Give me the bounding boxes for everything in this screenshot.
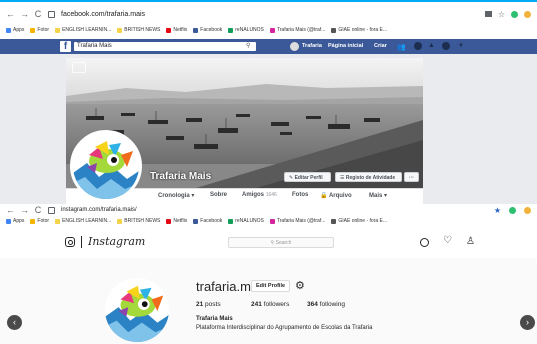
reload-icon[interactable]: C bbox=[34, 205, 42, 215]
instagram-profile-picture[interactable] bbox=[105, 278, 169, 342]
more-options-button[interactable]: ··· bbox=[404, 172, 419, 182]
back-icon[interactable]: ← bbox=[6, 205, 15, 215]
tab-friends[interactable]: Amigos 1646 bbox=[242, 192, 277, 198]
notifications-icon[interactable]: ▲ bbox=[428, 42, 435, 49]
bookmark-british-news[interactable]: BRITISH NEWS bbox=[117, 27, 160, 33]
instagram-search-input[interactable]: ⚲ Search bbox=[228, 237, 334, 248]
bookmark-apps[interactable]: Apps bbox=[6, 27, 24, 33]
previous-arrow-button[interactable]: ‹ bbox=[7, 315, 22, 330]
extension-icon[interactable] bbox=[511, 10, 518, 18]
facebook-logo-icon[interactable]: f bbox=[60, 41, 71, 52]
mascot-logo bbox=[73, 133, 139, 199]
lock-icon bbox=[48, 206, 55, 214]
page-avatar-icon[interactable] bbox=[290, 42, 299, 51]
activity-heart-icon[interactable]: ♡ bbox=[443, 235, 452, 246]
bookmark-facebook[interactable]: Facebook bbox=[193, 218, 222, 224]
search-icon[interactable]: ⚲ bbox=[246, 42, 250, 51]
help-icon[interactable] bbox=[442, 42, 450, 50]
facebook-profile-picture[interactable] bbox=[70, 130, 142, 202]
top-bookmarks-bar: Apps Fotor ENGLISH LEARNIN... BRITISH NE… bbox=[0, 25, 537, 35]
bookmark-instagram[interactable]: Trafaria Mais (@traf... bbox=[269, 27, 325, 33]
next-arrow-button[interactable]: › bbox=[520, 315, 535, 330]
profile-icon[interactable] bbox=[524, 10, 531, 18]
cover-camera-icon[interactable] bbox=[72, 62, 86, 73]
bottom-bookmarks-bar: Apps Fotor ENGLISH LEARNIN... BRITISH NE… bbox=[0, 216, 537, 226]
bookmark-renalunos[interactable]: reNALUNOS bbox=[228, 218, 264, 224]
mascot-logo bbox=[105, 278, 169, 342]
profile-icon[interactable] bbox=[524, 206, 531, 214]
page-title: Trafaria Mais bbox=[150, 171, 212, 182]
lock-icon bbox=[48, 10, 55, 18]
bookmark-giae[interactable]: GIAE online - fora E... bbox=[331, 218, 387, 224]
forward-icon[interactable]: → bbox=[20, 9, 29, 19]
edit-profile-button[interactable]: ✎ Editar Perfil bbox=[284, 172, 331, 182]
bookmark-instagram[interactable]: Trafaria Mais (@traf... bbox=[269, 218, 325, 224]
bookmark-british-news[interactable]: BRITISH NEWS bbox=[117, 218, 160, 224]
extension-icon[interactable] bbox=[509, 206, 516, 214]
followers-stat[interactable]: 241 followers bbox=[251, 301, 289, 308]
bookmark-english[interactable]: ENGLISH LEARNIN... bbox=[55, 27, 111, 33]
bookmark-fotor[interactable]: Fotor bbox=[30, 218, 49, 224]
nav-home-link[interactable]: Página inicial bbox=[328, 43, 363, 49]
tab-timeline[interactable]: Cronologia ▾ bbox=[158, 192, 194, 199]
account-menu-icon[interactable]: ▼ bbox=[458, 43, 464, 49]
profile-bio: Plataforma Interdisciplinar do Agrupamen… bbox=[196, 325, 373, 331]
top-address-bar: ← → C facebook.com/trafaria.mais ☆ bbox=[0, 6, 537, 22]
bookmark-fotor[interactable]: Fotor bbox=[30, 27, 49, 33]
bookmark-english[interactable]: ENGLISH LEARNIN... bbox=[55, 218, 111, 224]
url-field[interactable]: facebook.com/trafaria.mais bbox=[61, 11, 145, 18]
edit-profile-button[interactable]: Edit Profile bbox=[251, 280, 291, 292]
facebook-search-input[interactable]: Trafaria Mais bbox=[74, 42, 256, 51]
tab-archive[interactable]: 🔒 Arquivo bbox=[320, 192, 352, 199]
instagram-wordmark[interactable]: Instagram bbox=[88, 235, 145, 248]
settings-gear-icon[interactable]: ⚙ bbox=[295, 279, 305, 292]
posts-stat: 21 posts bbox=[196, 301, 221, 308]
translate-icon[interactable] bbox=[484, 11, 492, 17]
bookmark-apps[interactable]: Apps bbox=[6, 218, 24, 224]
bookmark-renalunos[interactable]: reNALUNOS bbox=[228, 27, 264, 33]
profile-full-name: Trafaria Mais bbox=[196, 316, 233, 322]
tab-about[interactable]: Sobre bbox=[210, 192, 227, 198]
window-top-strip bbox=[0, 0, 537, 2]
forward-icon[interactable]: → bbox=[20, 205, 29, 215]
tab-more[interactable]: Mais ▾ bbox=[369, 192, 387, 199]
bottom-address-bar: ← → C instagram.com/trafaria.mais/ ★ bbox=[0, 204, 537, 216]
explore-compass-icon[interactable] bbox=[420, 238, 429, 247]
back-icon[interactable]: ← bbox=[6, 9, 15, 19]
url-field[interactable]: instagram.com/trafaria.mais/ bbox=[61, 207, 137, 213]
header-divider bbox=[81, 236, 82, 248]
following-stat[interactable]: 364 following bbox=[307, 301, 345, 308]
messages-icon[interactable] bbox=[414, 42, 422, 50]
profile-person-icon[interactable]: ♙ bbox=[466, 236, 475, 247]
bookmark-netflix[interactable]: Netflix bbox=[166, 218, 187, 224]
tab-photos[interactable]: Fotos bbox=[292, 192, 308, 198]
bookmark-giae[interactable]: GIAE online - fora E... bbox=[331, 27, 387, 33]
bookmark-facebook[interactable]: Facebook bbox=[193, 27, 222, 33]
lock-icon: 🔒 bbox=[320, 193, 328, 199]
bookmark-netflix[interactable]: Netflix bbox=[166, 27, 187, 33]
reload-icon[interactable]: C bbox=[34, 9, 42, 19]
bookmark-star-icon[interactable]: ★ bbox=[494, 206, 501, 215]
friends-count: 1646 bbox=[265, 192, 277, 198]
instagram-camera-icon[interactable] bbox=[65, 237, 75, 247]
friends-requests-icon[interactable]: 👥 bbox=[397, 43, 406, 51]
bookmark-star-icon[interactable]: ☆ bbox=[498, 10, 505, 19]
nav-page-link[interactable]: Trafaria bbox=[302, 43, 322, 49]
activity-log-button[interactable]: ☰ Registo de Atividade bbox=[335, 172, 402, 182]
nav-create-link[interactable]: Criar bbox=[374, 43, 387, 49]
